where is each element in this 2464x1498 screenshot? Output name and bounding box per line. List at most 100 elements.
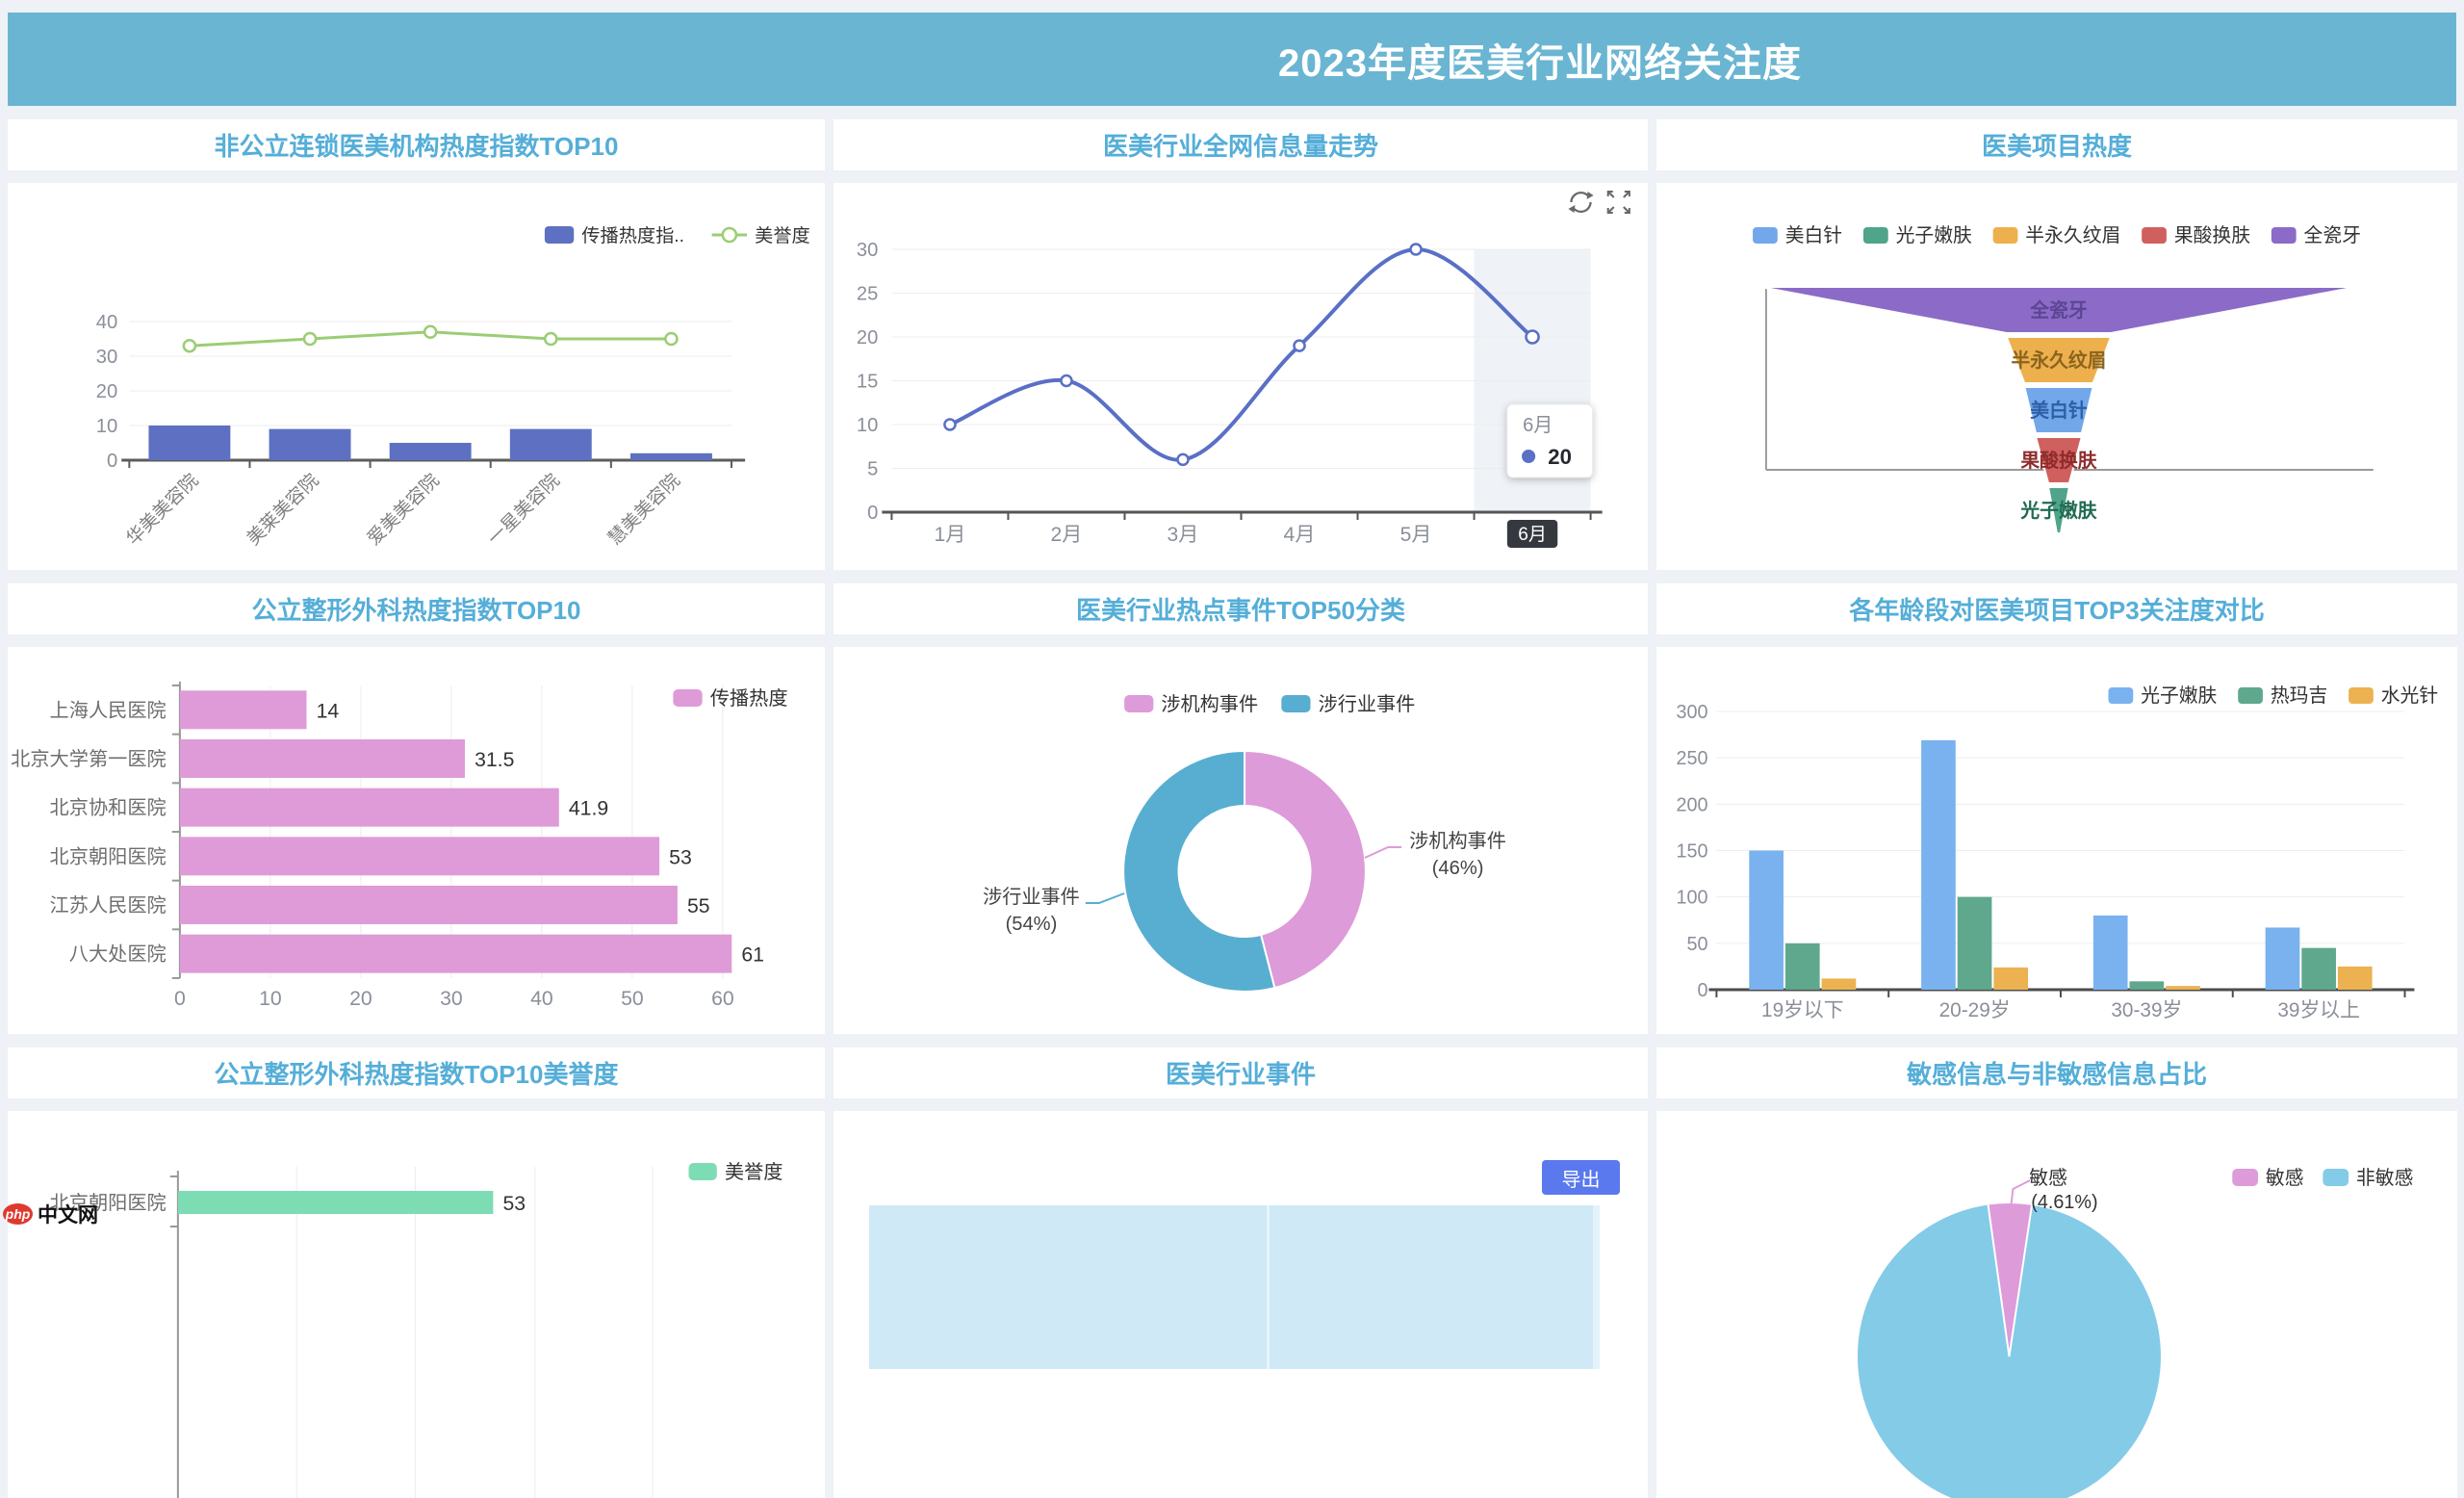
legend-item-水光针[interactable]: 水光针 xyxy=(2348,684,2438,707)
x-axis-tick: 1月 xyxy=(934,524,965,546)
line-point[interactable] xyxy=(665,333,677,345)
bar-30-39岁-水光针[interactable] xyxy=(2166,986,2200,990)
legend-swatch xyxy=(2348,687,2374,704)
chart-canvas[interactable]: 010203040华美美容院美莱美容院爱美美容院一星美容院慧美美容院传播热度指.… xyxy=(8,183,825,570)
panel-hot-events: 医美行业热点事件TOP50分类 涉机构事件(46%)涉行业事件(54%)涉机构事… xyxy=(834,583,1648,1034)
category-label: 江苏人民医院 xyxy=(50,894,167,917)
bar-19岁以下-热玛吉[interactable] xyxy=(1785,943,1820,990)
php-logo-icon: php xyxy=(3,1203,33,1225)
value-label: 55 xyxy=(687,895,710,917)
y-axis-tick: 10 xyxy=(857,415,878,436)
line-point-6月[interactable] xyxy=(1527,331,1539,344)
x-axis-tick: 4月 xyxy=(1284,524,1316,546)
legend-item-非敏感[interactable]: 非敏感 xyxy=(2323,1167,2413,1189)
slice-label: 涉机构事件 xyxy=(1409,830,1506,852)
restore-icon[interactable] xyxy=(1568,192,1593,213)
chart-canvas[interactable]: 0510152025301月2月3月4月5月6月6月20 xyxy=(834,183,1648,570)
y-axis-tick: 20 xyxy=(857,327,878,349)
funnel-label: 美白针 xyxy=(2030,399,2087,422)
bar-美莱美容院[interactable] xyxy=(270,429,351,460)
y-axis-tick: 300 xyxy=(1676,702,1707,723)
bar-北京协和医院[interactable] xyxy=(180,788,559,827)
page-title: 2023年度医美行业网络关注度 xyxy=(1278,32,1802,88)
chart-age-groups[interactable]: 05010015020025030019岁以下20-29岁30-39岁39岁以上… xyxy=(1656,647,2457,1034)
bar-慧美美容院[interactable] xyxy=(630,453,712,460)
bar-39岁以上-水光针[interactable] xyxy=(2338,967,2373,990)
bar-北京朝阳医院[interactable] xyxy=(178,1191,493,1214)
line-point[interactable] xyxy=(304,333,316,345)
bar-30-39岁-光子嫩肤[interactable] xyxy=(2093,916,2128,990)
bar-30-39岁-热玛吉[interactable] xyxy=(2130,981,2165,990)
legend-swatch xyxy=(673,689,702,707)
fullscreen-icon[interactable] xyxy=(1608,192,1630,213)
chart-sensitive-ratio[interactable]: 敏感(4.61%)敏感非敏感 xyxy=(1656,1111,2457,1498)
bar-一星美容院[interactable] xyxy=(510,429,592,460)
category-label: 八大处医院 xyxy=(69,943,167,966)
chart-canvas[interactable]: 涉机构事件(46%)涉行业事件(54%)涉机构事件涉行业事件 xyxy=(834,647,1648,1034)
legend-item-敏感[interactable]: 敏感 xyxy=(2232,1167,2303,1189)
legend-item-美誉度[interactable]: 美誉度 xyxy=(689,1161,783,1183)
bar-北京朝阳医院[interactable] xyxy=(180,837,659,875)
line-point-3月[interactable] xyxy=(1177,454,1188,465)
bar-39岁以上-光子嫩肤[interactable] xyxy=(2266,927,2300,990)
chart-hot-events-donut[interactable]: 涉机构事件(46%)涉行业事件(54%)涉机构事件涉行业事件 xyxy=(834,647,1648,1034)
table-scrollbar[interactable] xyxy=(1593,1205,1600,1369)
chart-canvas[interactable]: 敏感(4.61%)敏感非敏感 xyxy=(1656,1111,2457,1498)
line-point[interactable] xyxy=(424,326,436,338)
chart-canvas[interactable]: 美白针光子嫩肤半永久纹眉果酸换肤全瓷牙全瓷牙半永久纹眉美白针果酸换肤光子嫩肤 xyxy=(1656,183,2457,570)
chart-public-hospitals-heat[interactable]: 0102030405060上海人民医院14北京大学第一医院31.5北京协和医院4… xyxy=(8,647,825,1034)
panel-industry-events: 医美行业事件 导出 xyxy=(834,1047,1648,1498)
bar-八大处医院[interactable] xyxy=(180,935,732,973)
tooltip-value: 20 xyxy=(1548,445,1572,469)
line-point-1月[interactable] xyxy=(944,420,955,430)
legend-item-半永久纹眉[interactable]: 半永久纹眉 xyxy=(1993,224,2121,246)
bar-北京大学第一医院[interactable] xyxy=(180,739,465,778)
line-point-4月[interactable] xyxy=(1294,341,1304,351)
legend-item-美誉度[interactable]: 美誉度 xyxy=(712,225,810,246)
x-axis-tick: 30 xyxy=(440,988,463,1010)
legend-item-传播热度[interactable]: 传播热度 xyxy=(673,687,787,710)
value-label: 61 xyxy=(741,944,764,967)
bar-上海人民医院[interactable] xyxy=(180,690,307,729)
chart-canvas[interactable]: 美誉度北京朝阳医院53 xyxy=(8,1111,825,1498)
line-point[interactable] xyxy=(184,340,195,351)
chart-nonpublic-orgs[interactable]: 010203040华美美容院美莱美容院爱美美容院一星美容院慧美美容院传播热度指.… xyxy=(8,183,825,570)
legend-label: 敏感 xyxy=(2266,1167,2304,1189)
legend-item-涉机构事件[interactable]: 涉机构事件 xyxy=(1124,693,1258,715)
legend-swatch xyxy=(689,1163,717,1180)
chart-canvas[interactable]: 05010015020025030019岁以下20-29岁30-39岁39岁以上… xyxy=(1656,647,2457,1034)
bar-39岁以上-热玛吉[interactable] xyxy=(2301,948,2336,990)
legend-item-果酸换肤[interactable]: 果酸换肤 xyxy=(2142,224,2250,246)
panel-title-card: 医美行业全网信息量走势 xyxy=(834,119,1648,170)
legend-item-光子嫩肤[interactable]: 光子嫩肤 xyxy=(2108,684,2217,707)
line-point[interactable] xyxy=(545,333,556,345)
y-axis-tick: 30 xyxy=(96,347,117,368)
legend-item-热玛吉[interactable]: 热玛吉 xyxy=(2238,684,2327,707)
bar-华美美容院[interactable] xyxy=(148,426,230,460)
legend-item-光子嫩肤[interactable]: 光子嫩肤 xyxy=(1863,224,1972,246)
bar-20-29岁-光子嫩肤[interactable] xyxy=(1921,740,1956,990)
bar-20-29岁-热玛吉[interactable] xyxy=(1958,897,1992,990)
bar-爱美美容院[interactable] xyxy=(390,443,472,460)
legend-item-涉行业事件[interactable]: 涉行业事件 xyxy=(1281,693,1415,715)
chart-canvas[interactable]: 0102030405060上海人民医院14北京大学第一医院31.5北京协和医院4… xyxy=(8,647,825,1034)
legend-item-全瓷牙[interactable]: 全瓷牙 xyxy=(2272,224,2361,246)
bar-20-29岁-水光针[interactable] xyxy=(1993,968,2028,990)
chart-project-heat-funnel[interactable]: 美白针光子嫩肤半永久纹眉果酸换肤全瓷牙全瓷牙半永久纹眉美白针果酸换肤光子嫩肤 xyxy=(1656,183,2457,570)
y-axis-tick: 0 xyxy=(867,503,878,524)
legend-item-传播热度指..[interactable]: 传播热度指.. xyxy=(545,225,684,246)
slice-label: 敏感 xyxy=(2029,1167,2067,1189)
legend-item-美白针[interactable]: 美白针 xyxy=(1753,224,1842,246)
bar-19岁以下-光子嫩肤[interactable] xyxy=(1749,851,1784,991)
x-axis-tick: 40 xyxy=(530,988,553,1010)
bar-19岁以下-水光针[interactable] xyxy=(1822,978,1857,990)
table-column-divider xyxy=(1267,1205,1270,1369)
export-button[interactable]: 导出 xyxy=(1542,1160,1620,1195)
x-axis-tick: 美莱美容院 xyxy=(243,470,323,550)
chart-info-trend[interactable]: 0510152025301月2月3月4月5月6月6月20 xyxy=(834,183,1648,570)
line-point-5月[interactable] xyxy=(1411,245,1422,255)
chart-hospitals-reputation[interactable]: 美誉度北京朝阳医院53 xyxy=(8,1111,825,1498)
bar-江苏人民医院[interactable] xyxy=(180,886,678,924)
panel-title: 医美行业事件 xyxy=(1166,1055,1316,1091)
line-point-2月[interactable] xyxy=(1061,375,1071,386)
